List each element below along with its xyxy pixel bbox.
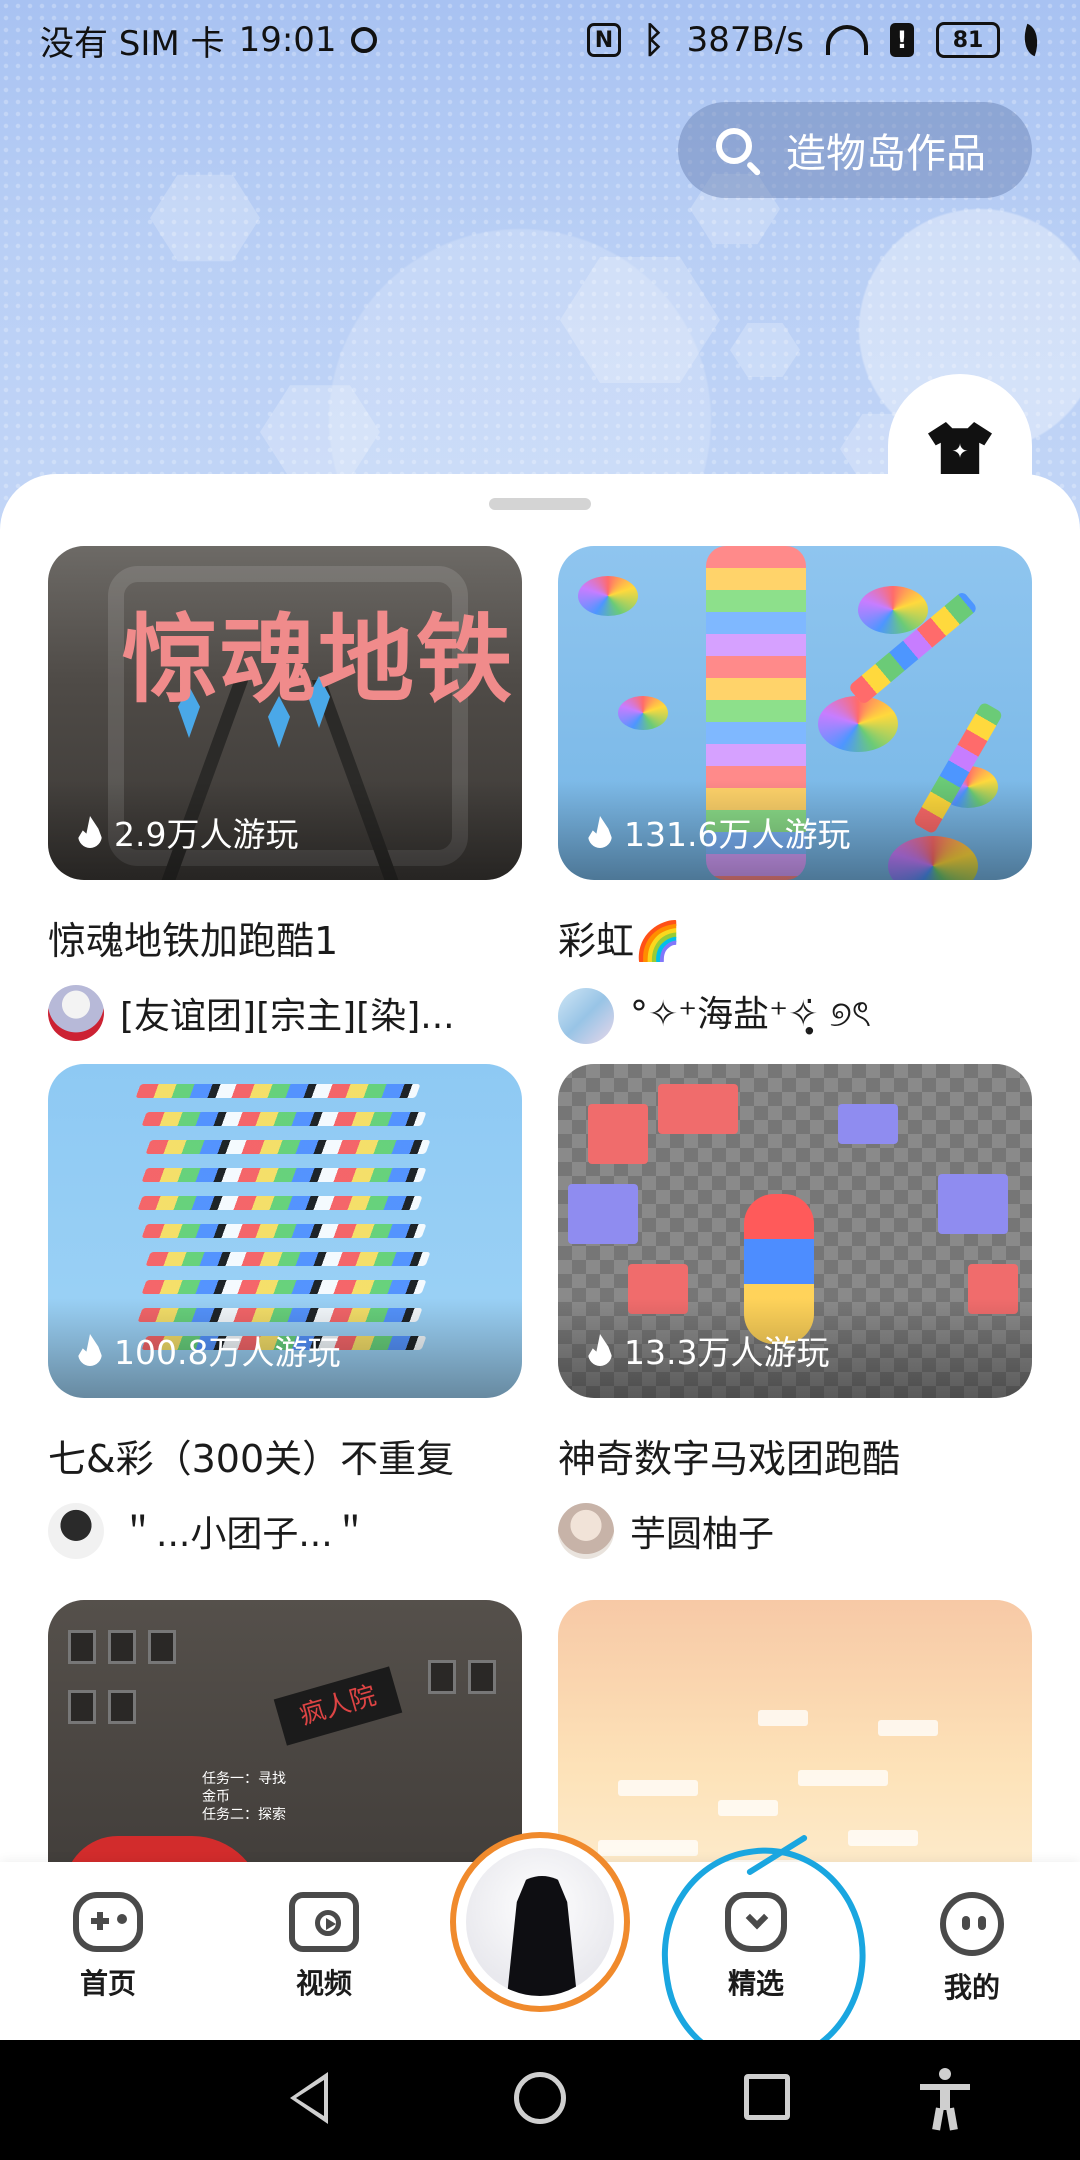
game-thumbnail[interactable]: 131.6万人游玩 xyxy=(558,546,1032,880)
fire-icon xyxy=(588,1334,612,1366)
avatar xyxy=(558,1503,614,1559)
game-card[interactable]: 13.3万人游玩 神奇数字马戏团跑酷 芋圆柚子 xyxy=(558,1064,1032,1559)
search-works-button[interactable]: 造物岛作品 xyxy=(678,102,1032,198)
character-avatar-button[interactable] xyxy=(450,1832,630,2012)
play-count-text: 2.9万人游玩 xyxy=(114,815,299,854)
game-title[interactable]: 七&彩（300关）不重复 xyxy=(48,1428,522,1483)
author-name: 芋圆柚子 xyxy=(630,1514,775,1555)
home-icon[interactable] xyxy=(514,2072,566,2124)
accessibility-icon[interactable] xyxy=(920,2068,970,2131)
feed-sheet[interactable]: 惊魂地铁 2.9万人游玩 惊魂地铁加跑酷1 [友谊团][宗主][染]... 13… xyxy=(0,474,1080,1874)
game-card[interactable] xyxy=(558,1600,1032,1874)
gamepad-icon xyxy=(73,1892,143,1952)
fire-icon xyxy=(78,1334,102,1366)
nav-featured[interactable]: 精选 xyxy=(686,1892,826,2002)
face-icon xyxy=(940,1892,1004,1956)
game-title[interactable]: 神奇数字马戏团跑酷 xyxy=(558,1428,1032,1483)
system-navigation-bar xyxy=(0,2040,1080,2160)
carrier-text: 没有 SIM 卡 xyxy=(40,23,225,64)
search-label: 造物岛作品 xyxy=(786,131,986,177)
author-name: ＂...小团子...＂ xyxy=(120,1514,369,1555)
video-icon xyxy=(289,1892,359,1952)
fire-icon xyxy=(78,816,102,848)
nav-profile-label: 我的 xyxy=(943,1971,1000,2004)
nav-home[interactable]: 首页 xyxy=(38,1892,178,2002)
nav-video-label: 视频 xyxy=(295,1967,352,2000)
back-icon[interactable] xyxy=(286,2072,328,2124)
avatar xyxy=(48,985,104,1041)
play-count: 131.6万人游玩 xyxy=(588,808,850,856)
game-thumbnail[interactable]: 13.3万人游玩 xyxy=(558,1064,1032,1398)
game-thumbnail[interactable]: 100.8万人游玩 xyxy=(48,1064,522,1398)
game-thumbnail[interactable]: 惊魂地铁 2.9万人游玩 xyxy=(48,546,522,880)
game-card[interactable]: 131.6万人游玩 彩虹🌈 °✧⁺海盐⁺✧̣̥̇ ୭ৎ xyxy=(558,546,1032,1047)
search-icon xyxy=(714,126,762,177)
author-name: °✧⁺海盐⁺✧̣̥̇ ୭ৎ xyxy=(630,994,872,1035)
author-row[interactable]: °✧⁺海盐⁺✧̣̥̇ ୭ৎ xyxy=(558,985,1032,1047)
fire-icon xyxy=(588,816,612,848)
game-card[interactable]: 惊魂地铁 2.9万人游玩 惊魂地铁加跑酷1 [友谊团][宗主][染]... xyxy=(48,546,522,1041)
game-card[interactable]: 疯人院 任务一：寻找 金币 任务二：探索 xyxy=(48,1600,522,1874)
bluetooth-icon: ᛒ xyxy=(643,19,665,61)
author-row[interactable]: ＂...小团子...＂ xyxy=(48,1503,522,1559)
nav-profile[interactable]: 我的 xyxy=(902,1892,1042,2006)
play-count: 100.8万人游玩 xyxy=(78,1326,340,1374)
author-name: [友谊团][宗主][染]... xyxy=(120,996,455,1037)
author-row[interactable]: [友谊团][宗主][染]... xyxy=(48,985,522,1041)
play-count-text: 100.8万人游玩 xyxy=(114,1333,341,1372)
game-title[interactable]: 惊魂地铁加跑酷1 xyxy=(48,910,522,965)
hotspot-icon xyxy=(350,27,377,53)
featured-icon xyxy=(725,1892,787,1952)
game-thumbnail[interactable]: 疯人院 任务一：寻找 金币 任务二：探索 xyxy=(48,1600,522,1874)
play-count-text: 131.6万人游玩 xyxy=(624,815,851,854)
battery-icon: 81 xyxy=(936,22,1000,58)
thumbnail-sign: 疯人院 xyxy=(273,1666,403,1746)
play-count: 13.3万人游玩 xyxy=(588,1326,829,1374)
play-count-text: 13.3万人游玩 xyxy=(624,1333,830,1372)
author-row[interactable]: 芋圆柚子 xyxy=(558,1503,1032,1559)
clock: 19:01 xyxy=(238,20,337,60)
avatar xyxy=(48,1503,104,1559)
alert-icon: ! xyxy=(890,23,914,57)
character-silhouette xyxy=(506,1876,578,1996)
avatar xyxy=(558,988,614,1044)
tshirt-icon: ✦ xyxy=(928,422,992,474)
nav-home-label: 首页 xyxy=(79,1967,136,2000)
nav-video[interactable]: 视频 xyxy=(254,1892,394,2002)
status-bar: 没有 SIM 卡 19:01 N ᛒ 387B/s ! 81 xyxy=(0,0,1080,80)
thumbnail-caption: 惊魂地铁 xyxy=(122,604,514,716)
network-speed: 387B/s xyxy=(686,20,804,60)
play-count: 2.9万人游玩 xyxy=(78,808,298,856)
nfc-icon: N xyxy=(587,23,621,57)
eco-leaf-icon xyxy=(1017,23,1045,57)
drag-handle[interactable] xyxy=(489,498,591,510)
game-card[interactable]: 100.8万人游玩 七&彩（300关）不重复 ＂...小团子...＂ xyxy=(48,1064,522,1559)
recent-apps-icon[interactable] xyxy=(744,2074,790,2120)
game-thumbnail[interactable] xyxy=(558,1600,1032,1874)
game-title[interactable]: 彩虹🌈 xyxy=(558,910,1032,965)
wifi-icon xyxy=(826,25,868,55)
nav-featured-label: 精选 xyxy=(727,1967,784,2000)
thumbnail-caption: 任务一：寻找 金币 任务二：探索 xyxy=(202,1771,286,1823)
